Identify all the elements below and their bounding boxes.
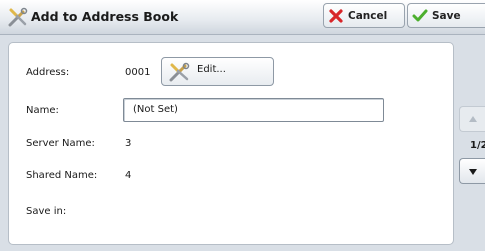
cancel-button[interactable]: Cancel — [323, 3, 405, 28]
edit-button[interactable]: Edit... — [161, 57, 274, 86]
save-in-label: Save in: — [26, 206, 67, 217]
scroll-up-button[interactable] — [459, 106, 485, 132]
save-button[interactable]: Save — [407, 3, 485, 28]
arrow-down-icon — [469, 169, 477, 175]
tools-icon — [7, 7, 29, 27]
name-field[interactable]: (Not Set) — [123, 98, 384, 122]
save-button-label: Save — [432, 9, 461, 22]
address-value: 0001 — [125, 67, 151, 78]
cancel-button-label: Cancel — [348, 9, 388, 22]
edit-button-label: Edit... — [197, 64, 226, 75]
shared-name-value: 4 — [125, 170, 132, 181]
scroll-down-button[interactable] — [459, 158, 485, 184]
page-indicator: 1/2 — [470, 140, 485, 151]
title-bar: Add to Address Book Cancel Save — [0, 0, 485, 35]
server-name-value: 3 — [125, 138, 132, 149]
shared-name-label: Shared Name: — [26, 170, 98, 181]
green-check-icon — [412, 9, 428, 21]
address-entry-panel: Address: 0001 Edit... Name: (Not Set) Se… — [8, 42, 454, 245]
tools-icon — [168, 62, 192, 86]
red-x-icon — [329, 8, 343, 23]
dialog-title: Add to Address Book — [31, 9, 179, 24]
name-label: Name: — [26, 105, 59, 116]
server-name-label: Server Name: — [26, 138, 95, 149]
address-label: Address: — [26, 67, 70, 78]
arrow-up-icon — [469, 116, 477, 122]
